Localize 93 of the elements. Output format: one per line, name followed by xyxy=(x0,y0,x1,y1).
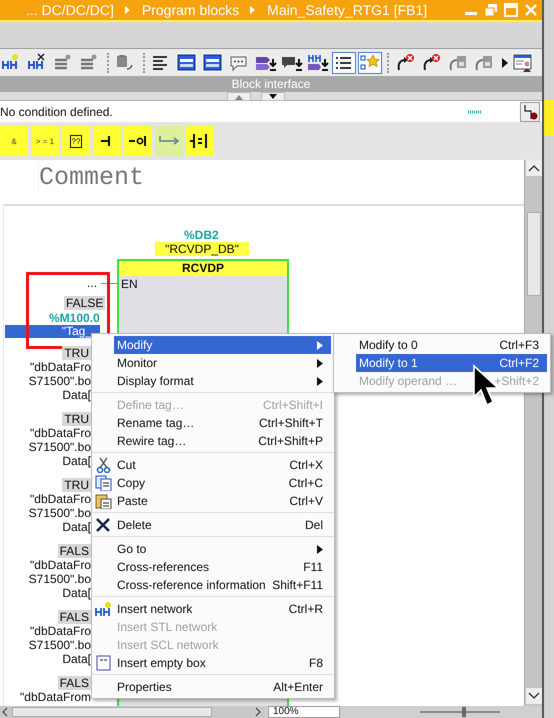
empty-box-icon xyxy=(94,655,112,671)
operand-text: Data[ xyxy=(62,388,91,402)
menu-item[interactable]: Modify to 1 Ctrl+F2 xyxy=(356,354,547,372)
menu-item[interactable]: Rename tag… Ctrl+Shift+T xyxy=(114,414,331,432)
operand-text: "dbDataFro xyxy=(30,360,91,374)
wire-line xyxy=(101,282,117,285)
flow-icon xyxy=(522,104,538,120)
instruction-button[interactable]: & xyxy=(0,126,28,156)
menu-item[interactable]: Insert empty box F8 xyxy=(114,654,331,672)
zoom-slider-thumb[interactable] xyxy=(462,707,466,717)
pin-label: EN xyxy=(121,277,138,291)
operand-text: "dbDataFro xyxy=(30,624,91,638)
menu-item[interactable]: Properties Alt+Enter xyxy=(114,678,331,696)
value-label: TRU xyxy=(62,478,91,492)
network-icon xyxy=(94,601,112,617)
star-list-icon xyxy=(359,52,381,72)
arrow-icon xyxy=(421,52,443,72)
expand-button[interactable] xyxy=(261,92,285,101)
scroll-right-icon[interactable] xyxy=(255,707,261,717)
value-label: TRU xyxy=(62,412,91,426)
menu-item[interactable]: Cut Ctrl+X xyxy=(114,456,331,474)
block-title: RCVDP xyxy=(119,261,287,276)
condition-text: No condition defined. xyxy=(0,104,113,118)
scroll-down-icon[interactable] xyxy=(526,688,542,704)
horizontal-scrollbar[interactable] xyxy=(0,706,265,718)
operand-text: "dbDataFro xyxy=(30,426,91,440)
comment-field[interactable]: Comment xyxy=(38,163,519,192)
scroll-left-icon[interactable] xyxy=(2,707,8,717)
scroll-thumb[interactable] xyxy=(12,707,212,717)
menu-item[interactable]: Insert network Ctrl+R xyxy=(114,600,331,618)
value-label: TRU xyxy=(62,346,91,360)
operand-text: Data[ xyxy=(62,586,91,600)
panel-title: Block interface xyxy=(232,77,310,91)
chevron-icon xyxy=(249,5,258,15)
operand-field[interactable]: ... xyxy=(87,276,98,290)
arrow-icon xyxy=(395,52,417,72)
operand-text: Data[ xyxy=(62,520,91,534)
down-arrow-icon xyxy=(269,94,277,100)
operand-text: S71500".bo xyxy=(28,374,91,388)
delete-icon xyxy=(94,517,112,533)
collapse-button[interactable] xyxy=(227,92,251,101)
clipboard-icon xyxy=(94,493,112,509)
contact-icon xyxy=(101,136,113,146)
branch-arrow-icon xyxy=(159,136,179,146)
operand-address: %M100.0 xyxy=(49,311,100,325)
instruction-button[interactable]: ?? xyxy=(62,126,90,156)
operand-text: S71500".bo xyxy=(28,638,91,652)
scroll-thumb[interactable] xyxy=(526,212,540,296)
instance-name: "RCVDP_DB" xyxy=(155,242,249,256)
value-label: FALS xyxy=(58,676,91,690)
toolbar-button[interactable] xyxy=(332,52,356,74)
up-arrow-icon xyxy=(235,94,243,100)
menu-item[interactable]: Rewire tag… Ctrl+Shift+P xyxy=(114,432,331,450)
operand-text: S71500".bo xyxy=(28,440,91,454)
instance-address: %DB2 xyxy=(184,228,219,242)
menu-item[interactable]: Delete Del xyxy=(114,516,331,534)
instruction-button[interactable] xyxy=(93,126,121,156)
operand-text: "dbDataFrom xyxy=(20,690,91,704)
menu-item[interactable]: Modify to 0 Ctrl+F3 xyxy=(356,336,547,354)
menu-item[interactable]: Paste Ctrl+V xyxy=(114,492,331,510)
dotted-mark-icon xyxy=(468,110,482,114)
zoom-field[interactable]: 100% xyxy=(268,706,340,718)
operand-text: "dbDataFro xyxy=(30,492,91,506)
submenu-arrow-icon xyxy=(317,544,323,554)
chevron-icon xyxy=(124,5,132,15)
instruction-button[interactable] xyxy=(186,126,214,156)
scroll-up-icon[interactable] xyxy=(526,160,542,176)
menu-item[interactable]: Copy Ctrl+C xyxy=(114,474,331,492)
menu-item[interactable]: Monitor xyxy=(114,354,331,372)
condition-button[interactable] xyxy=(520,102,540,122)
toolbar-button[interactable] xyxy=(358,52,382,74)
value-label: FALS xyxy=(58,544,91,558)
more-icon xyxy=(500,57,508,69)
copy-icon xyxy=(94,475,112,491)
menu-item[interactable]: Go to xyxy=(114,540,331,558)
menu-item[interactable]: Cross-references F11 xyxy=(114,558,331,576)
instruction-button[interactable]: > = 1 xyxy=(31,126,59,156)
menu-item[interactable]: Modify xyxy=(114,336,331,354)
operand-text: Data[ xyxy=(62,652,91,666)
operand-text: S71500".bo xyxy=(28,572,91,586)
value-label: FALS xyxy=(58,610,91,624)
instruction-button[interactable] xyxy=(124,126,152,156)
menu-item[interactable]: Display format xyxy=(114,372,331,390)
operand-text: "dbDataFro xyxy=(30,558,91,572)
network-download-icon xyxy=(307,52,329,72)
value-label: FALSE xyxy=(64,296,106,310)
operand-text: S71500".bo xyxy=(28,506,91,520)
operand-name[interactable]: "Tag_ xyxy=(5,325,100,338)
menu-item[interactable]: Cross-reference information Shift+F11 xyxy=(114,576,331,594)
negated-contact-icon xyxy=(129,136,147,146)
scissors-icon xyxy=(94,457,112,473)
operand-text: Data[ xyxy=(62,454,91,468)
assignment-icon xyxy=(190,134,210,148)
